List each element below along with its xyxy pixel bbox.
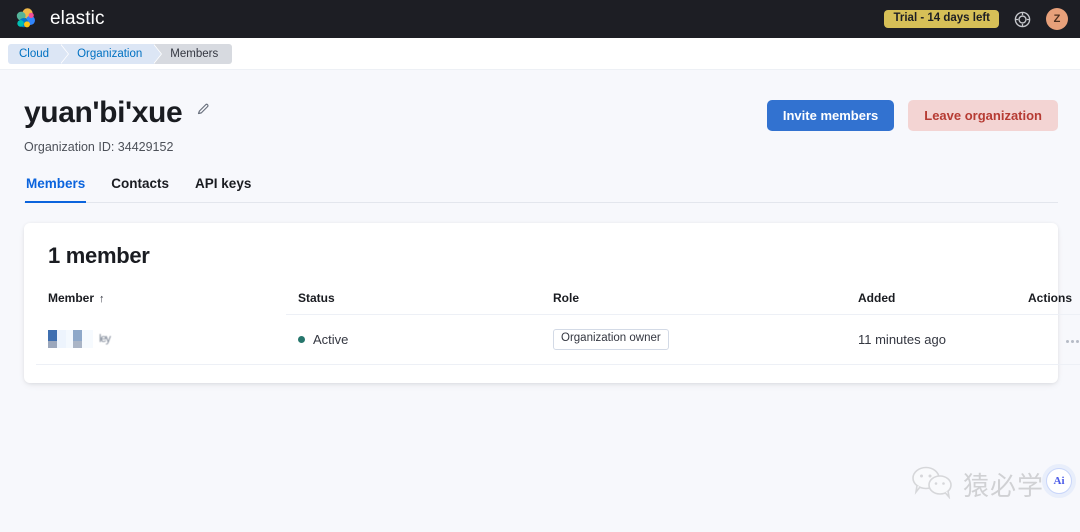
ai-assistant-button[interactable]: Ai (1046, 468, 1072, 494)
header-actions: Invite members Leave organization (766, 100, 1058, 131)
column-header-role[interactable]: Role (541, 291, 846, 315)
top-navigation-bar: elastic Trial - 14 days left Z (0, 0, 1080, 38)
column-header-added[interactable]: Added (846, 291, 1016, 315)
top-nav-right-group: Trial - 14 days left Z (884, 8, 1068, 30)
column-header-member-label: Member (48, 291, 95, 305)
tab-bar: Members Contacts API keys (24, 176, 1058, 203)
brand-name: elastic (50, 8, 105, 29)
user-avatar[interactable]: Z (1046, 8, 1068, 30)
tab-api-keys[interactable]: API keys (194, 176, 252, 202)
breadcrumb-item-organization[interactable]: Organization (61, 43, 163, 64)
tab-members[interactable]: Members (25, 176, 87, 203)
pencil-edit-icon[interactable] (196, 101, 211, 121)
elastic-logo-icon (14, 7, 38, 31)
column-header-member[interactable]: Member ↑ (36, 291, 286, 315)
breadcrumb: Cloud Organization Members (8, 43, 233, 64)
title-block: yuan'bi'xue Organization ID: 34429152 (24, 96, 767, 154)
table-row: ley Active Organization owner 11 minutes… (36, 314, 1080, 365)
members-card: 1 member Member ↑ Status Role Added Actio… (24, 223, 1080, 383)
status-badge: Active (298, 332, 529, 347)
page-content: yuan'bi'xue Organization ID: 34429152 In… (0, 70, 1080, 383)
watermark: 猿必学 (911, 465, 1044, 504)
redacted-member-name-tail: ley (99, 333, 111, 346)
redacted-member-name: ley (48, 330, 274, 349)
sort-ascending-icon: ↑ (99, 293, 105, 305)
page-header: yuan'bi'xue Organization ID: 34429152 In… (24, 96, 1058, 154)
table-header-row: Member ↑ Status Role Added Actions (36, 291, 1080, 315)
status-label: Active (313, 331, 349, 347)
cell-added: 11 minutes ago (846, 314, 1016, 365)
members-table-header: Member ↑ Status Role Added Actions (36, 291, 1080, 315)
status-dot-icon (298, 335, 305, 343)
leave-organization-button[interactable]: Leave organization (908, 100, 1058, 131)
brand-block[interactable]: elastic (14, 7, 105, 31)
column-header-status[interactable]: Status (286, 291, 541, 315)
invite-members-button[interactable]: Invite members (766, 100, 895, 131)
organization-id-label: Organization ID: 34429152 (24, 140, 174, 154)
cell-actions (1016, 314, 1080, 365)
app-window: elastic Trial - 14 days left Z Cloud Org… (0, 0, 1080, 532)
deployment-globe-icon[interactable] (1013, 10, 1032, 29)
members-count-title: 1 member (48, 243, 150, 268)
members-table: Member ↑ Status Role Added Actions ley A… (36, 291, 1080, 365)
cell-status: Active (286, 314, 541, 365)
cell-role: Organization owner (541, 314, 846, 365)
breadcrumb-bar: Cloud Organization Members (0, 38, 1080, 70)
watermark-text: 猿必学 (962, 472, 1044, 502)
breadcrumb-item-members: Members (154, 43, 233, 64)
cell-member-name[interactable]: ley (36, 314, 286, 365)
trial-status-badge[interactable]: Trial - 14 days left (884, 9, 999, 29)
page-title: yuan'bi'xue (24, 96, 183, 129)
role-badge: Organization owner (553, 329, 669, 350)
wechat-icon (911, 465, 957, 504)
more-horizontal-icon[interactable] (1056, 336, 1079, 347)
tab-contacts[interactable]: Contacts (110, 176, 170, 202)
members-table-body: ley Active Organization owner 11 minutes… (36, 314, 1080, 365)
breadcrumb-item-cloud[interactable]: Cloud (8, 43, 70, 64)
column-header-actions: Actions (1016, 291, 1080, 315)
